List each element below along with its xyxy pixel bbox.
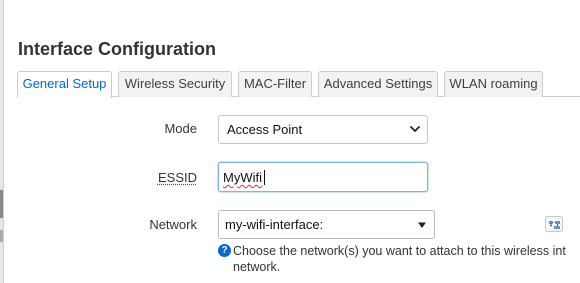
tab-advanced-settings[interactable]: Advanced Settings [318,71,438,97]
tab-wireless-security[interactable]: Wireless Security [118,71,232,97]
essid-label: ESSID [0,170,197,185]
essid-input-value: MyWifi [223,170,262,185]
tab-general-setup[interactable]: General Setup [17,71,112,98]
mode-label: Mode [164,121,197,136]
help-icon: ? [218,244,231,257]
network-select[interactable]: my-wifi-interface: [218,210,563,239]
page-title: Interface Configuration [18,39,217,59]
tab-bar: General Setup Wireless Security MAC-Filt… [17,71,580,98]
mode-select-value: Access Point [227,122,303,137]
tab-label: General Setup [22,76,107,91]
wireless-network-icon [545,216,563,232]
text-caret [264,170,265,185]
mode-select[interactable]: Access Point [218,115,428,144]
network-select-value: my-wifi-interface: [225,217,324,232]
essid-input[interactable]: MyWifi [218,162,428,192]
tab-label: WLAN roaming [449,76,538,91]
tab-label: Wireless Security [124,76,226,91]
dropdown-arrow-icon [418,222,426,228]
network-help-text: Choose the network(s) you want to attach… [233,244,566,258]
network-help-text-continued: network. [233,260,281,274]
tab-mac-filter[interactable]: MAC-Filter [238,71,312,97]
tab-label: Advanced Settings [323,76,433,91]
chevron-down-icon [410,126,420,132]
network-label: Network [149,217,197,232]
tab-wlan-roaming[interactable]: WLAN roaming [444,71,543,97]
window-edge-mark [0,190,3,218]
essid-label-text: ESSID [157,170,197,185]
tab-label: MAC-Filter [243,76,307,91]
